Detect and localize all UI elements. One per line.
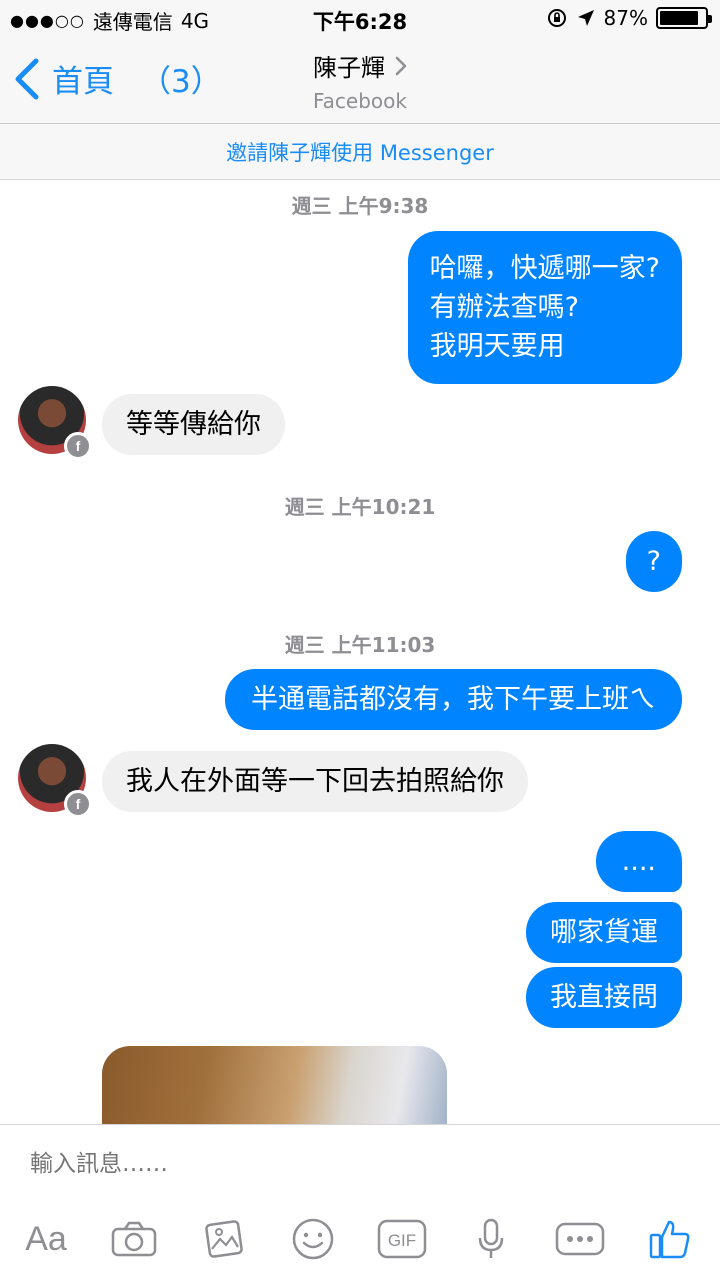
outgoing-message[interactable]: 哈囉，快遞哪一家? 有辦法查嗎? 我明天要用 — [407, 231, 682, 384]
gif-label: GIF — [388, 1231, 416, 1250]
photo-icon[interactable] — [194, 1211, 254, 1267]
chevron-right-icon — [395, 56, 407, 75]
message-input[interactable] — [30, 1151, 670, 1177]
outgoing-message[interactable]: ? — [625, 531, 682, 592]
emoji-icon[interactable] — [283, 1211, 343, 1267]
battery-icon — [656, 7, 712, 29]
battery-fill — [660, 11, 698, 25]
contact-subtitle: Facebook — [313, 89, 407, 113]
conversation-header[interactable]: 陳子輝 Facebook — [0, 48, 720, 113]
message-line: 我明天要用 — [429, 331, 565, 362]
location-arrow-icon — [577, 10, 594, 26]
outgoing-message[interactable]: .... — [595, 831, 682, 892]
aa-label: Aa — [25, 1219, 67, 1258]
facebook-badge-icon: f — [64, 432, 92, 460]
incoming-message[interactable]: 我人在外面等一下回去拍照給你 — [102, 751, 528, 812]
contact-name: 陳子輝 — [313, 54, 385, 82]
invite-banner[interactable]: 邀請陳子輝使用 Messenger — [0, 124, 720, 180]
camera-icon[interactable] — [104, 1211, 164, 1267]
status-right: 87% — [546, 6, 712, 30]
photo-attachment[interactable] — [102, 1046, 447, 1136]
composer: Aa G — [0, 1124, 720, 1280]
battery-tip — [708, 15, 712, 23]
facebook-badge-icon: f — [64, 790, 92, 818]
outgoing-message[interactable]: 哪家貨運 — [526, 902, 682, 963]
status-bar: ●●●○○ 遠傳電信 4G 下午6:28 87% — [0, 0, 720, 40]
nav-bar: 首頁 （3） 陳子輝 Facebook — [0, 40, 720, 124]
microphone-icon[interactable] — [461, 1211, 521, 1267]
aa-icon[interactable]: Aa — [16, 1211, 76, 1267]
message-line: 哈囉，快遞哪一家? — [429, 253, 660, 284]
battery-percent: 87% — [603, 6, 648, 30]
more-icon[interactable] — [550, 1211, 610, 1267]
message-line: 有辦法查嗎? — [429, 292, 579, 323]
thumbs-up-icon[interactable] — [640, 1211, 700, 1267]
incoming-message[interactable]: 等等傳給你 — [102, 394, 285, 455]
contact-name-row: 陳子輝 — [313, 48, 407, 83]
timestamp: 週三 上午11:03 — [284, 633, 436, 657]
timestamp: 週三 上午9:38 — [291, 194, 429, 218]
invite-link[interactable]: 邀請陳子輝使用 Messenger — [226, 137, 494, 167]
outgoing-message[interactable]: 我直接問 — [526, 967, 682, 1028]
rotation-lock-icon — [547, 9, 566, 27]
gif-icon[interactable]: GIF — [372, 1211, 432, 1267]
outgoing-message[interactable]: 半通電話都沒有，我下午要上班ㄟ — [225, 669, 682, 730]
timestamp: 週三 上午10:21 — [284, 495, 436, 519]
composer-toolbar: Aa GIF — [0, 1211, 720, 1267]
